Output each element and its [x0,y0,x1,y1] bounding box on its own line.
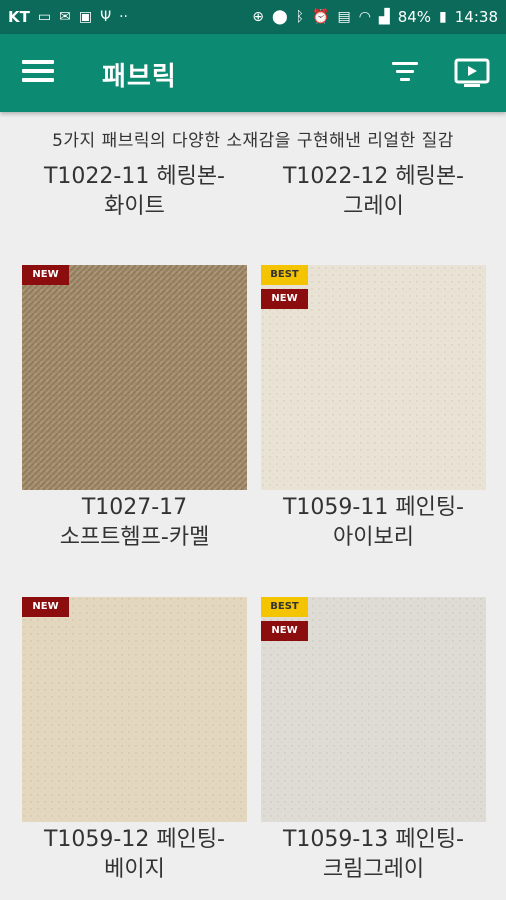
bluetooth-icon: ᛒ [295,9,305,25]
mail-icon: ✉ [59,9,71,25]
alarm-icon: ⏰ [312,9,330,25]
fabric-texture [22,265,247,490]
product-name[interactable]: T1059-12 페인팅- 베이지 [22,825,247,885]
wifi-icon: ◠ [358,9,371,25]
product-thumbnail-beige[interactable]: NEW [22,597,247,822]
best-badge: BEST [261,265,308,285]
status-bar: KT ▭ ✉ ▣ Ψ ·· ⊕ ⬤ ᛒ ⏰ ▤ ◠ ▟ 84% ▮ 14:38 [0,0,506,34]
signal-icon: ▟ [378,9,390,25]
carrier-label: KT [8,8,30,26]
image-icon: ▣ [78,9,93,25]
product-name[interactable]: T1059-13 페인팅- 크림그레이 [261,825,486,885]
sync-icon: ⊕ [252,9,264,25]
usb-icon: Ψ [100,9,112,25]
app-bar: 패브릭 [0,34,506,112]
product-name[interactable]: T1022-12 헤링본- 그레이 [261,162,486,222]
more-notifications-icon: ·· [119,9,128,25]
product-thumbnail-camel[interactable]: NEW [22,265,247,490]
page-title: 패브릭 [102,62,177,92]
new-badge: NEW [261,289,308,309]
category-subtitle: 5가지 패브릭의 다양한 소재감을 구현해낸 리얼한 질감 [52,131,454,151]
new-badge: NEW [261,621,308,641]
clock: 14:38 [454,8,498,26]
product-thumbnail-ivory[interactable]: BEST NEW [261,265,486,490]
sim-card-icon: ▭ [37,9,52,25]
menu-icon[interactable] [22,60,54,86]
battery-icon: ▮ [439,9,447,25]
battery-percent: 84% [397,8,432,26]
tv-play-icon[interactable] [454,58,490,88]
best-badge: BEST [261,597,308,617]
product-thumbnail-cream-gray[interactable]: BEST NEW [261,597,486,822]
product-name[interactable]: T1022-11 헤링본- 화이트 [22,162,247,222]
new-badge: NEW [22,265,69,285]
new-badge: NEW [22,597,69,617]
product-name[interactable]: T1027-17 소프트헴프-카멜 [22,493,247,553]
fabric-texture [22,597,247,822]
product-name[interactable]: T1059-11 페인팅- 아이보리 [261,493,486,553]
location-icon: ⬤ [271,9,288,25]
hd-voice-icon: ▤ [337,9,351,25]
filter-icon[interactable] [390,62,420,84]
